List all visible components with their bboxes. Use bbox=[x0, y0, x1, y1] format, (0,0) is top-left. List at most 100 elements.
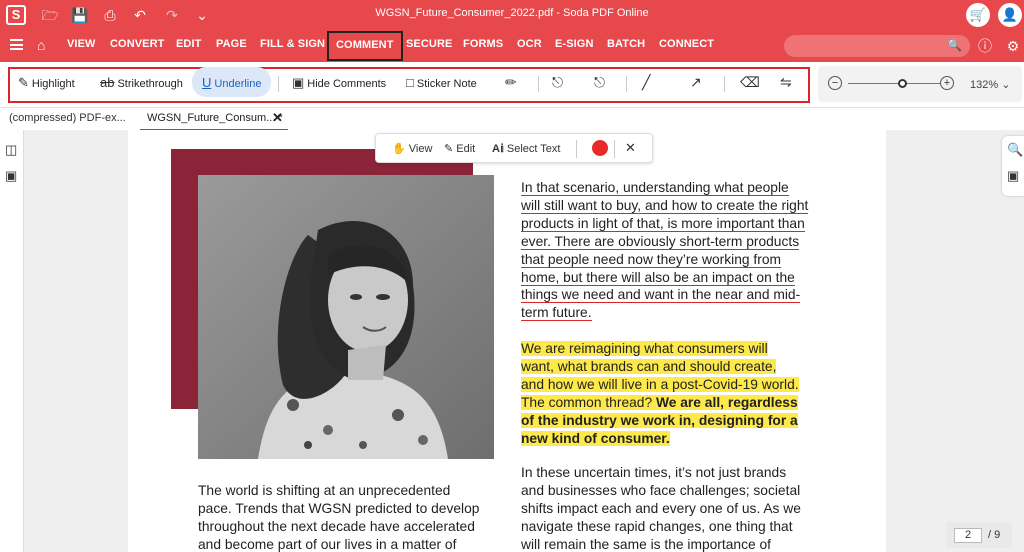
menu-connect[interactable]: CONNECT bbox=[659, 38, 714, 50]
floating-divider bbox=[576, 140, 577, 158]
portrait-photo bbox=[198, 175, 494, 459]
hamburger-menu-icon[interactable] bbox=[10, 39, 23, 50]
line-tool-icon[interactable]: ╱ bbox=[642, 74, 650, 91]
pencil-icon[interactable]: ✏ bbox=[505, 74, 517, 91]
close-icon[interactable]: ✕ bbox=[625, 140, 636, 156]
pdf-page: In that scenario, understanding what peo… bbox=[128, 130, 886, 552]
highlight-button[interactable]: ✎ Highlight bbox=[18, 75, 75, 91]
text-line: products in light of that, is more impor… bbox=[521, 215, 805, 232]
text-line: that people need now they’re working fro… bbox=[521, 251, 781, 268]
text-line: The world is shifting at an unprecedente… bbox=[198, 483, 451, 498]
paragraph-underlined[interactable]: In that scenario, understanding what peo… bbox=[521, 179, 851, 322]
select-text-button[interactable]: A𝕚 Select Text bbox=[492, 142, 560, 155]
text-line: term future. bbox=[521, 305, 592, 322]
menu-edit[interactable]: EDIT bbox=[176, 38, 201, 50]
paragraph-body-right[interactable]: In these uncertain times, it’s not just … bbox=[521, 464, 851, 552]
cart-icon[interactable]: 🛒 bbox=[966, 3, 990, 27]
sticker-note-icon: □ bbox=[406, 75, 414, 90]
eraser-icon[interactable]: ⌫ bbox=[740, 74, 760, 91]
text-line: new kind of consumer. bbox=[521, 430, 670, 446]
collapse-icon[interactable]: ⇋ bbox=[780, 74, 792, 91]
text-line: and become part of our lives in a matter… bbox=[198, 536, 457, 552]
hide-comments-label: Hide Comments bbox=[307, 78, 387, 90]
zoom-slider-handle[interactable] bbox=[898, 79, 907, 88]
user-icon[interactable]: 👤 bbox=[998, 3, 1022, 27]
text-line: pace. Trends that WGSN predicted to deve… bbox=[198, 500, 480, 516]
menu-fill-sign[interactable]: FILL & SIGN bbox=[260, 38, 325, 50]
pencil-icon: ✎ bbox=[444, 143, 454, 155]
help-icon[interactable]: ⓘ bbox=[976, 37, 994, 55]
home-icon[interactable]: ⌂ bbox=[37, 37, 45, 53]
menu-e-sign[interactable]: E-SIGN bbox=[555, 38, 594, 50]
toolbar-divider bbox=[278, 76, 279, 92]
gear-icon[interactable]: ⚙ bbox=[1004, 37, 1022, 55]
hide-comments-icon: ▣ bbox=[292, 75, 305, 90]
edit-mode-button[interactable]: ✎ Edit bbox=[444, 142, 475, 155]
text-line: and businesses who face challenges; soci… bbox=[521, 482, 801, 498]
strikethrough-icon: ab bbox=[100, 75, 115, 90]
menu-ocr[interactable]: OCR bbox=[517, 38, 542, 50]
strikethrough-button[interactable]: ab Strikethrough bbox=[100, 75, 183, 90]
text-line: In that scenario, understanding what peo… bbox=[521, 180, 789, 196]
menu-batch[interactable]: BATCH bbox=[607, 38, 645, 50]
text-line: want, what brands can and should create, bbox=[521, 358, 777, 374]
text-line: ever. There are obviously short-term pro… bbox=[521, 233, 800, 250]
text-line: navigate these rapid changes, one thing … bbox=[521, 518, 793, 534]
stamp-dropdown-icon[interactable]: ⎋ bbox=[594, 74, 605, 91]
text-line: The common thread? We are all, regardles… bbox=[521, 394, 798, 410]
zoom-in-icon[interactable]: + bbox=[940, 76, 954, 90]
text-line: and how we will live in a post-Covid-19 … bbox=[521, 376, 799, 392]
zoom-control: − + 132% ⌄ bbox=[818, 66, 1022, 102]
soda-pdf-app: S 🗁 💾 ⎙ ↶ ↷ ⌄ WGSN_Future_Consumer_2022.… bbox=[0, 0, 1024, 552]
measure-icon[interactable]: ↗ bbox=[690, 74, 702, 91]
menu-secure[interactable]: SECURE bbox=[406, 38, 452, 50]
menu-convert[interactable]: CONVERT bbox=[110, 38, 164, 50]
tab-compressed-pdf[interactable]: (compressed) PDF-ex... bbox=[9, 112, 126, 124]
text-line: will still want to buy, and how to creat… bbox=[521, 197, 809, 214]
color-picker-red[interactable] bbox=[592, 140, 608, 156]
floating-divider bbox=[614, 140, 615, 158]
search-icon[interactable]: 🔍 bbox=[1007, 142, 1023, 158]
sticker-note-button[interactable]: □ Sticker Note bbox=[406, 75, 477, 90]
menu-view[interactable]: VIEW bbox=[67, 38, 96, 50]
highlight-label: Highlight bbox=[31, 78, 75, 90]
bookmark-icon[interactable]: ▣ bbox=[5, 168, 17, 184]
panel-icon[interactable]: ▣ bbox=[1007, 168, 1019, 184]
zoom-level-select[interactable]: 132% ⌄ bbox=[970, 78, 1010, 91]
stamp-icon[interactable]: ⎋ bbox=[552, 74, 563, 91]
panel-toggle-icon[interactable]: ◫ bbox=[5, 142, 17, 158]
comment-toolbar: ✎ Highlight ab Strikethrough U Underline ▣ H… bbox=[0, 62, 1024, 108]
menu-comment[interactable]: COMMENT bbox=[327, 31, 403, 61]
menu-forms[interactable]: FORMS bbox=[463, 38, 503, 50]
floating-mode-bar: ✋ View ✎ Edit A𝕚 Select Text ✕ bbox=[375, 133, 653, 163]
left-sidebar: ◫ ▣ bbox=[0, 130, 24, 552]
text-line: throughout the next decade have accelera… bbox=[198, 518, 475, 534]
hand-icon: ✋ bbox=[392, 143, 406, 155]
toolbar-divider bbox=[626, 76, 627, 92]
text-line: things we need and want in the near and … bbox=[521, 287, 801, 304]
menu-page[interactable]: PAGE bbox=[216, 38, 247, 50]
hide-comments-button[interactable]: ▣ Hide Comments bbox=[292, 75, 386, 91]
search-input[interactable]: 🔍 bbox=[784, 35, 970, 57]
page-total: / 9 bbox=[988, 529, 1001, 541]
text-line: of the industry we work in, designing fo… bbox=[521, 412, 798, 428]
zoom-out-icon[interactable]: − bbox=[828, 76, 842, 90]
text-line: We are reimagining what consumers will bbox=[521, 341, 768, 356]
underline-button[interactable]: U Underline bbox=[192, 67, 272, 97]
select-text-label: Select Text bbox=[506, 143, 561, 155]
toolbar-divider bbox=[724, 76, 725, 92]
close-tab-icon[interactable]: ✕ bbox=[272, 110, 283, 126]
view-mode-button[interactable]: ✋ View bbox=[392, 142, 432, 155]
zoom-slider-track[interactable] bbox=[848, 83, 940, 84]
sticker-note-label: Sticker Note bbox=[416, 78, 477, 90]
paragraph-body-left[interactable]: The world is shifting at an unprecedente… bbox=[198, 482, 508, 552]
title-bar: S 🗁 💾 ⎙ ↶ ↷ ⌄ WGSN_Future_Consumer_2022.… bbox=[0, 0, 1024, 30]
tab-wgsn-future-consumer[interactable]: WGSN_Future_Consum... * bbox=[147, 112, 283, 124]
paragraph-highlighted[interactable]: We are reimagining what consumers will w… bbox=[521, 340, 851, 447]
select-text-icon: A𝕚 bbox=[492, 143, 504, 155]
view-mode-label: View bbox=[408, 143, 433, 155]
underline-icon: U bbox=[202, 75, 212, 90]
page-navigator: 2 / 9 bbox=[946, 522, 1012, 548]
page-number-input[interactable]: 2 bbox=[954, 528, 982, 543]
text-line: home, but there will also be an impact o… bbox=[521, 269, 795, 286]
